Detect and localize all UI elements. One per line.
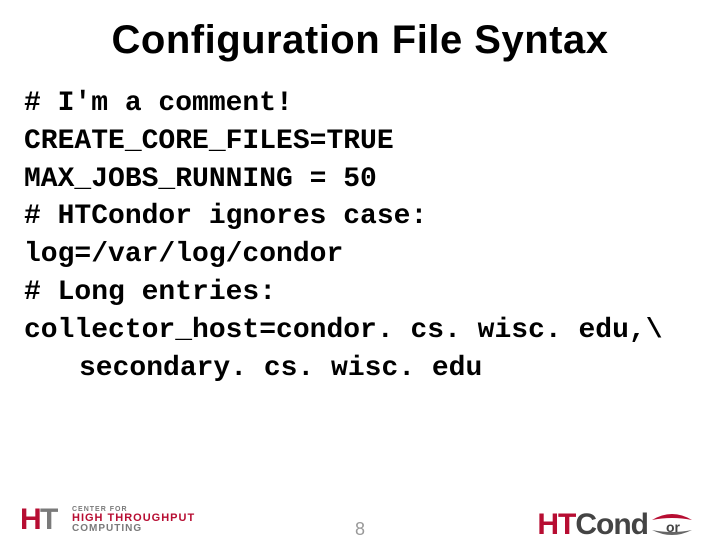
code-line-comment: # I'm a comment! xyxy=(24,85,706,123)
code-line-secondary: secondary. cs. wisc. edu xyxy=(24,350,706,388)
code-line-log: log=/var/log/condor xyxy=(24,236,706,274)
config-code-block: # I'm a comment! CREATE_CORE_FILES=TRUE … xyxy=(0,85,720,387)
code-line-max-jobs: MAX_JOBS_RUNNING = 50 xyxy=(24,161,706,199)
code-line-long-entries: # Long entries: xyxy=(24,274,706,312)
htcondor-text: HTCond xyxy=(537,508,648,542)
code-line-create-core: CREATE_CORE_FILES=TRUE xyxy=(24,123,706,161)
htcondor-logo: HTCond or xyxy=(537,506,694,544)
page-number: 8 xyxy=(355,519,365,540)
condor-swoosh-icon: or xyxy=(650,506,694,544)
code-line-ignores-case: # HTCondor ignores case: xyxy=(24,198,706,236)
chtc-line3: COMPUTING xyxy=(72,524,195,534)
chtc-text: CENTER FOR HIGH THROUGHPUT COMPUTING xyxy=(72,506,195,534)
slide-footer: HT CENTER FOR HIGH THROUGHPUT COMPUTING … xyxy=(0,490,720,546)
ht-mark-icon: HT xyxy=(22,500,66,540)
slide-title: Configuration File Syntax xyxy=(0,18,720,63)
svg-text:or: or xyxy=(666,519,681,535)
code-line-collector-host: collector_host=condor. cs. wisc. edu,\ xyxy=(24,312,706,350)
chtc-logo: HT CENTER FOR HIGH THROUGHPUT COMPUTING xyxy=(22,500,195,540)
